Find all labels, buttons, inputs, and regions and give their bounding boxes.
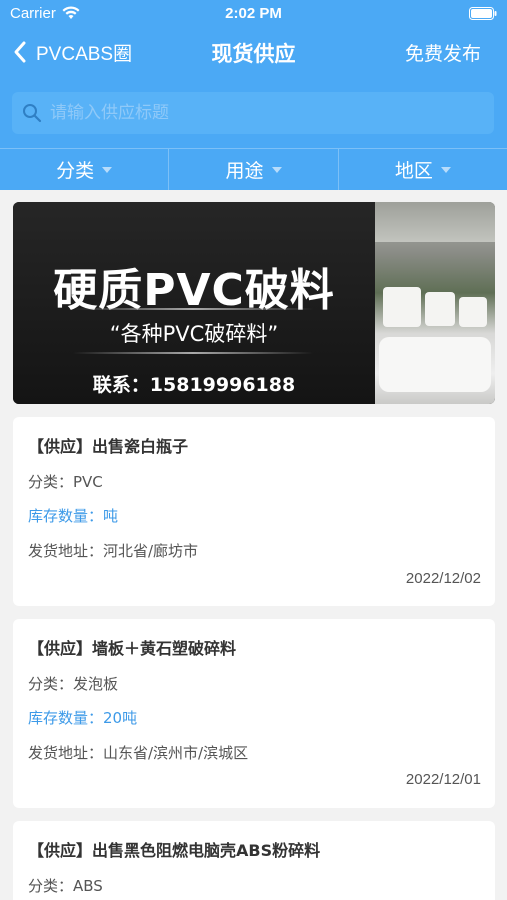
banner-photo xyxy=(375,202,495,404)
pvc-scrap-pile xyxy=(379,337,491,392)
promo-banner[interactable]: 硬质PVC破料 “各种PVC破碎料” 联系：15819996188 xyxy=(13,202,495,404)
page-title: 现货供应 xyxy=(211,42,296,66)
listing-stock: 库存数量：吨 xyxy=(28,507,119,525)
banner-divider xyxy=(73,308,313,310)
listing-address: 发货地址：山东省/滨州市/滨城区 xyxy=(28,744,249,762)
listing-category: 分类：PVC xyxy=(28,473,103,491)
material-bag xyxy=(425,292,455,326)
material-bag xyxy=(459,297,487,327)
filter-category[interactable]: 分类 xyxy=(0,149,170,190)
battery-icon xyxy=(469,7,497,20)
listing-card[interactable]: 【供应】墙板＋黄石塑破碎料 分类：发泡板 库存数量：20吨 发货地址：山东省/滨… xyxy=(13,619,495,808)
status-bar: Carrier 2:02 PM xyxy=(0,0,507,28)
listing-title: 【供应】出售黑色阻燃电脑壳ABS粉碎料 xyxy=(28,841,321,860)
banner-text-panel: 硬质PVC破料 “各种PVC破碎料” 联系：15819996188 xyxy=(13,202,375,404)
filter-region[interactable]: 地区 xyxy=(339,149,507,190)
search-box[interactable] xyxy=(12,92,494,134)
listing-date: 2022/12/02 xyxy=(405,570,481,587)
caret-down-icon xyxy=(440,166,451,173)
search-input[interactable] xyxy=(50,103,470,123)
filter-usage-label: 用途 xyxy=(225,160,264,182)
caret-down-icon xyxy=(102,166,113,173)
listing-title: 【供应】墙板＋黄石塑破碎料 xyxy=(28,639,237,658)
chevron-left-icon xyxy=(14,41,26,63)
filter-region-label: 地区 xyxy=(394,160,433,182)
listing-card[interactable]: 【供应】出售瓷白瓶子 分类：PVC 库存数量：吨 发货地址：河北省/廊坊市 20… xyxy=(13,417,495,606)
header: Carrier 2:02 PM PVCABS圈 现货供应 免费发布 请输入供应标… xyxy=(0,0,507,190)
listing-date: 2022/12/01 xyxy=(405,771,481,788)
filter-bar: 分类 用途 地区 xyxy=(0,148,507,190)
back-button[interactable]: PVCABS圈 xyxy=(12,38,132,66)
banner-slogan: “各种PVC破碎料” xyxy=(109,322,279,346)
status-time: 2:02 PM xyxy=(225,5,282,22)
caret-down-icon xyxy=(271,166,282,173)
navigation-bar: PVCABS圈 现货供应 免费发布 xyxy=(0,28,507,76)
listing-stock: 库存数量：20吨 xyxy=(28,709,138,727)
listing-category: 分类：发泡板 xyxy=(28,675,119,693)
listing-category: 分类：ABS xyxy=(28,877,103,895)
filter-usage[interactable]: 用途 xyxy=(169,149,339,190)
back-label: PVCABS圈 xyxy=(36,43,133,65)
listing-title: 【供应】出售瓷白瓶子 xyxy=(28,437,189,456)
warehouse-roof xyxy=(375,202,495,242)
search-icon xyxy=(23,104,42,123)
banner-contact: 联系：15819996188 xyxy=(92,374,296,396)
listing-card[interactable]: 【供应】出售黑色阻燃电脑壳ABS粉碎料 分类：ABS xyxy=(13,821,495,900)
material-bag xyxy=(383,287,421,327)
filter-category-label: 分类 xyxy=(56,160,95,182)
banner-divider xyxy=(73,352,313,354)
free-publish-button[interactable]: 免费发布 xyxy=(405,39,481,66)
listing-address: 发货地址：河北省/廊坊市 xyxy=(28,542,199,560)
